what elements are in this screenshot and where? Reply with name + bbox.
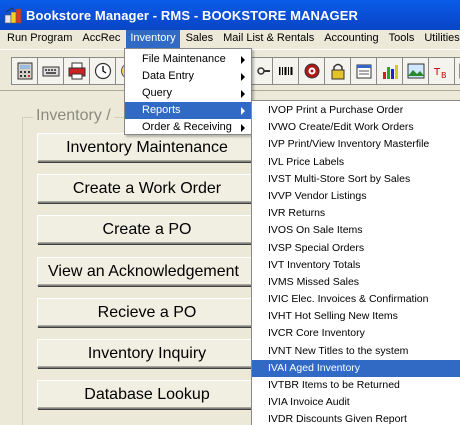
create-po-button[interactable]: Create a PO — [37, 215, 257, 244]
menu-item-label: File Maintenance — [142, 53, 226, 65]
reports-submenu: IVOP Print a Purchase Order IVWO Create/… — [251, 100, 460, 425]
text-icon[interactable]: TB — [428, 57, 455, 85]
report-ivl[interactable]: IVL Price Labels — [252, 154, 460, 171]
window-icon[interactable] — [454, 57, 460, 85]
report-ivtbr[interactable]: IVTBR Items to be Returned — [252, 377, 460, 394]
report-ivp[interactable]: IVP Print/View Inventory Masterfile — [252, 136, 460, 153]
menu-item-file-maintenance[interactable]: File Maintenance — [125, 51, 251, 68]
svg-text:T: T — [433, 67, 441, 78]
submenu-arrow-icon — [241, 124, 245, 132]
report-ivht[interactable]: IVHT Hot Selling New Items — [252, 308, 460, 325]
menu-utilities[interactable]: Utilities — [420, 30, 460, 48]
menu-item-query[interactable]: Query — [125, 85, 251, 102]
menu-accounting[interactable]: Accounting — [320, 30, 382, 48]
menu-item-reports[interactable]: Reports — [125, 102, 251, 119]
inventory-maintenance-button[interactable]: Inventory Maintenance — [37, 133, 257, 162]
report-ivai[interactable]: IVAI Aged Inventory — [252, 359, 460, 377]
menu-item-order-receiving[interactable]: Order & Receiving — [125, 119, 251, 136]
submenu-arrow-icon — [241, 90, 245, 98]
submenu-arrow-icon — [241, 56, 245, 64]
report-ivvp[interactable]: IVVP Vendor Listings — [252, 188, 460, 205]
submenu-arrow-icon — [241, 73, 245, 81]
submenu-arrow-icon — [241, 107, 245, 115]
report-ivwo[interactable]: IVWO Create/Edit Work Orders — [252, 119, 460, 136]
calculator-icon[interactable] — [11, 57, 38, 85]
barcode-icon[interactable] — [272, 57, 299, 85]
menu-item-label: Reports — [142, 104, 181, 116]
report-ivia[interactable]: IVIA Invoice Audit — [252, 394, 460, 411]
target-icon[interactable] — [298, 57, 325, 85]
report-ivdr[interactable]: IVDR Discounts Given Report — [252, 411, 460, 425]
menu-bar: Run Program AccRec Inventory Sales Mail … — [0, 30, 460, 48]
recieve-po-button[interactable]: Recieve a PO — [37, 298, 257, 327]
create-work-order-button[interactable]: Create a Work Order — [37, 174, 257, 203]
menu-item-data-entry[interactable]: Data Entry — [125, 68, 251, 85]
menu-mail-list-rentals[interactable]: Mail List & Rentals — [219, 30, 318, 48]
form-icon[interactable] — [350, 57, 377, 85]
inventory-inquiry-button[interactable]: Inventory Inquiry — [37, 339, 257, 368]
clock-icon[interactable] — [89, 57, 116, 85]
report-ivcr[interactable]: IVCR Core Inventory — [252, 325, 460, 342]
report-ivt[interactable]: IVT Inventory Totals — [252, 257, 460, 274]
database-lookup-button[interactable]: Database Lookup — [37, 380, 257, 409]
bookstore-app-icon[interactable] — [4, 6, 22, 24]
lock-icon[interactable] — [324, 57, 351, 85]
title-bar: Bookstore Manager - RMS - BOOKSTORE MANA… — [0, 0, 460, 30]
menu-accrec[interactable]: AccRec — [78, 30, 124, 48]
group-title: Inventory / — [33, 107, 114, 125]
report-ivr[interactable]: IVR Returns — [252, 205, 460, 222]
printer-icon[interactable] — [63, 57, 90, 85]
keyboard-icon[interactable] — [37, 57, 64, 85]
view-acknowledgement-button[interactable]: View an Acknowledgement — [37, 257, 257, 286]
report-ivnt[interactable]: IVNT New Titles to the system — [252, 343, 460, 360]
menu-inventory[interactable]: Inventory — [126, 30, 180, 48]
inventory-dropdown-menu: File Maintenance Data Entry Query Report… — [124, 48, 252, 135]
report-ivos[interactable]: IVOS On Sale Items — [252, 222, 460, 239]
menu-item-label: Order & Receiving — [142, 121, 232, 133]
report-ivms[interactable]: IVMS Missed Sales — [252, 274, 460, 291]
report-ivsp[interactable]: IVSP Special Orders — [252, 240, 460, 257]
window-title: Bookstore Manager - RMS - BOOKSTORE MANA… — [26, 7, 358, 23]
report-ivop[interactable]: IVOP Print a Purchase Order — [252, 102, 460, 119]
svg-text:B: B — [441, 71, 447, 80]
menu-tools[interactable]: Tools — [385, 30, 419, 48]
menu-item-label: Data Entry — [142, 70, 194, 82]
menu-item-label: Query — [142, 87, 172, 99]
report-ivic[interactable]: IVIC Elec. Invoices & Confirmation — [252, 291, 460, 308]
menu-run-program[interactable]: Run Program — [3, 30, 76, 48]
picture-icon[interactable] — [402, 57, 429, 85]
bar-chart-icon[interactable] — [376, 57, 403, 85]
report-ivst[interactable]: IVST Multi-Store Sort by Sales — [252, 171, 460, 188]
menu-sales[interactable]: Sales — [182, 30, 218, 48]
